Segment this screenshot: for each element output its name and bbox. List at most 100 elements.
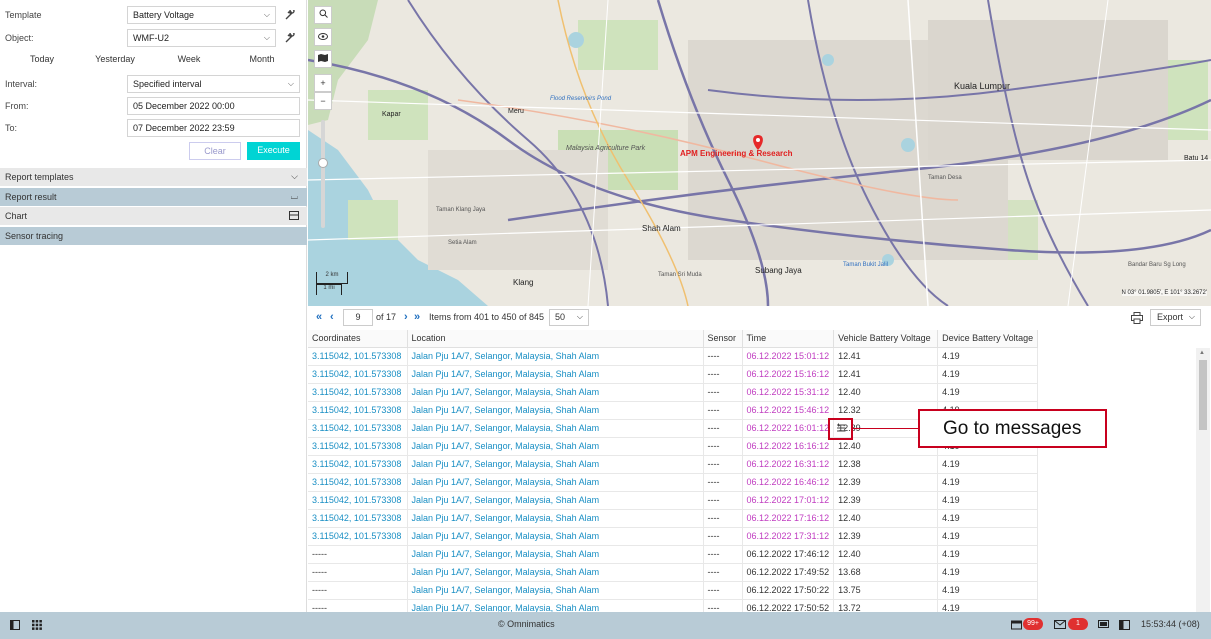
zoom-out-button[interactable]: −	[314, 92, 332, 110]
table-row[interactable]: 3.115042, 101.573308 Jalan Pju 1A/7, Sela…	[308, 509, 1039, 528]
scroll-up-icon[interactable]: ▲	[1199, 350, 1205, 356]
cell-location[interactable]: Jalan Pju 1A/7, Selangor, Malaysia, Shah…	[407, 365, 704, 384]
table-row[interactable]: 3.115042, 101.573308 Jalan Pju 1A/7, Sela…	[308, 473, 1039, 492]
cell-coordinates[interactable]: 3.115042, 101.573308	[308, 491, 408, 510]
cell-time[interactable]: 06.12.2022 15:01:12	[742, 347, 835, 366]
first-page-button[interactable]: «	[316, 311, 322, 323]
table-row[interactable]: ----- Jalan Pju 1A/7, Selangor, Malaysia,…	[308, 599, 1039, 612]
cell-location[interactable]: Jalan Pju 1A/7, Selangor, Malaysia, Shah…	[407, 563, 704, 582]
cell-time[interactable]: 06.12.2022 15:31:12	[742, 383, 835, 402]
per-page-select[interactable]: 50 ⌵	[549, 309, 589, 326]
cell-time[interactable]: 06.12.2022 17:16:12	[742, 509, 835, 528]
apps-grid-icon[interactable]	[32, 620, 42, 630]
cell-time[interactable]: 06.12.2022 16:31:12	[742, 455, 835, 474]
table-row[interactable]: 3.115042, 101.573308 Jalan Pju 1A/7, Sela…	[308, 383, 1039, 402]
from-input[interactable]: 05 December 2022 00:00	[127, 97, 300, 115]
table-row[interactable]: 3.115042, 101.573308 Jalan Pju 1A/7, Sela…	[308, 365, 1039, 384]
cell-location[interactable]: Jalan Pju 1A/7, Selangor, Malaysia, Shah…	[407, 347, 704, 366]
cell-location[interactable]: Jalan Pju 1A/7, Selangor, Malaysia, Shah…	[407, 419, 704, 438]
table-row[interactable]: 3.115042, 101.573308 Jalan Pju 1A/7, Sela…	[308, 455, 1039, 474]
wrench-icon[interactable]	[285, 10, 295, 20]
cell-time[interactable]: 06.12.2022 16:46:12	[742, 473, 835, 492]
section-sensor-tracing[interactable]: Sensor tracing	[0, 227, 307, 245]
table-row[interactable]: ----- Jalan Pju 1A/7, Selangor, Malaysia,…	[308, 545, 1039, 564]
object-select[interactable]: WMF-U2 ⌵	[127, 29, 276, 47]
cell-coordinates[interactable]: 3.115042, 101.573308	[308, 473, 408, 492]
interval-select[interactable]: Specified interval ⌵	[127, 75, 300, 93]
tab-week[interactable]: Week	[159, 54, 219, 64]
map-search-button[interactable]	[314, 6, 332, 24]
last-page-button[interactable]: »	[414, 311, 420, 323]
cell-location[interactable]: Jalan Pju 1A/7, Selangor, Malaysia, Shah…	[407, 527, 704, 546]
cell-coordinates[interactable]: 3.115042, 101.573308	[308, 419, 408, 438]
section-report-templates[interactable]: Report templates ⌵	[0, 168, 307, 186]
section-chart[interactable]: Chart	[0, 207, 307, 225]
cell-location[interactable]: Jalan Pju 1A/7, Selangor, Malaysia, Shah…	[407, 383, 704, 402]
table-row[interactable]: 3.115042, 101.573308 Jalan Pju 1A/7, Sela…	[308, 347, 1039, 366]
export-button[interactable]: Export ⌵	[1150, 309, 1201, 326]
clear-button[interactable]: Clear	[189, 142, 241, 160]
layout-icon[interactable]	[1119, 620, 1130, 630]
notifications-icon[interactable]	[1011, 620, 1022, 630]
scrollbar-thumb[interactable]	[1199, 360, 1207, 430]
cell-time[interactable]: 06.12.2022 15:16:12	[742, 365, 835, 384]
map-view[interactable]: APM Engineering & Research Kuala Lumpur …	[308, 0, 1211, 306]
next-page-button[interactable]: ›	[404, 311, 408, 323]
cell-location[interactable]: Jalan Pju 1A/7, Selangor, Malaysia, Shah…	[407, 509, 704, 528]
zoom-slider-track[interactable]	[321, 120, 325, 228]
section-report-result[interactable]: Report result ⌴	[0, 188, 307, 206]
col-vehicle-battery[interactable]: Vehicle Battery Voltage	[833, 330, 939, 348]
table-row[interactable]: ----- Jalan Pju 1A/7, Selangor, Malaysia,…	[308, 563, 1039, 582]
execute-button[interactable]: Execute	[247, 142, 300, 160]
col-device-battery[interactable]: Device Battery Voltage	[937, 330, 1039, 348]
map-layers-button[interactable]	[314, 50, 332, 68]
cell-location[interactable]: Jalan Pju 1A/7, Selangor, Malaysia, Shah…	[407, 401, 704, 420]
wrench-icon[interactable]	[285, 33, 295, 43]
cell-location[interactable]: Jalan Pju 1A/7, Selangor, Malaysia, Shah…	[407, 437, 704, 456]
mail-icon[interactable]	[1054, 620, 1066, 630]
cell-coordinates[interactable]: 3.115042, 101.573308	[308, 383, 408, 402]
tab-today[interactable]: Today	[12, 54, 72, 64]
cell-time[interactable]: 06.12.2022 16:16:12	[742, 437, 835, 456]
page-number-input[interactable]: 9	[343, 309, 373, 326]
cell-location[interactable]: Jalan Pju 1A/7, Selangor, Malaysia, Shah…	[407, 599, 704, 612]
cell-coordinates[interactable]: 3.115042, 101.573308	[308, 437, 408, 456]
tab-yesterday[interactable]: Yesterday	[85, 54, 145, 64]
cell-coordinates[interactable]: 3.115042, 101.573308	[308, 347, 408, 366]
tab-month[interactable]: Month	[232, 54, 292, 64]
table-row[interactable]: 3.115042, 101.573308 Jalan Pju 1A/7, Sela…	[308, 491, 1039, 510]
cell-time[interactable]: 06.12.2022 15:46:12	[742, 401, 835, 420]
cell-coordinates[interactable]: 3.115042, 101.573308	[308, 527, 408, 546]
cell-location[interactable]: Jalan Pju 1A/7, Selangor, Malaysia, Shah…	[407, 491, 704, 510]
print-icon[interactable]	[1131, 312, 1143, 324]
to-input[interactable]: 07 December 2022 23:59	[127, 119, 300, 137]
col-coordinates[interactable]: Coordinates	[308, 330, 408, 348]
cell-coordinates[interactable]: 3.115042, 101.573308	[308, 455, 408, 474]
table-header-row: Coordinates Location Sensor Time Vehicle…	[308, 330, 1039, 348]
prev-page-button[interactable]: ‹	[330, 311, 334, 323]
template-select[interactable]: Battery Voltage ⌵	[127, 6, 276, 24]
panel-toggle-icon[interactable]	[10, 620, 20, 630]
cell-location[interactable]: Jalan Pju 1A/7, Selangor, Malaysia, Shah…	[407, 473, 704, 492]
cell-location[interactable]: Jalan Pju 1A/7, Selangor, Malaysia, Shah…	[407, 455, 704, 474]
table-scrollbar[interactable]: ▲	[1196, 348, 1210, 612]
cell-location[interactable]: Jalan Pju 1A/7, Selangor, Malaysia, Shah…	[407, 581, 704, 600]
cell-time[interactable]: 06.12.2022 16:01:12	[742, 419, 835, 438]
col-time[interactable]: Time	[742, 330, 835, 348]
cell-coordinates[interactable]: 3.115042, 101.573308	[308, 401, 408, 420]
table-row[interactable]: ----- Jalan Pju 1A/7, Selangor, Malaysia,…	[308, 581, 1039, 600]
cell-time[interactable]: 06.12.2022 17:31:12	[742, 527, 835, 546]
col-location[interactable]: Location	[407, 330, 704, 348]
zoom-in-button[interactable]: +	[314, 74, 332, 92]
col-sensor[interactable]: Sensor	[703, 330, 743, 348]
table-row[interactable]: 3.115042, 101.573308 Jalan Pju 1A/7, Sela…	[308, 527, 1039, 546]
go-to-messages-icon[interactable]	[836, 423, 846, 433]
cell-location[interactable]: Jalan Pju 1A/7, Selangor, Malaysia, Shah…	[407, 545, 704, 564]
map-visibility-button[interactable]	[314, 28, 332, 46]
zoom-slider-handle[interactable]	[318, 158, 328, 168]
cell-time[interactable]: 06.12.2022 17:01:12	[742, 491, 835, 510]
cell-coordinates[interactable]: 3.115042, 101.573308	[308, 365, 408, 384]
monitor-icon[interactable]	[1098, 620, 1109, 630]
panel-icon[interactable]	[289, 211, 299, 220]
cell-coordinates[interactable]: 3.115042, 101.573308	[308, 509, 408, 528]
